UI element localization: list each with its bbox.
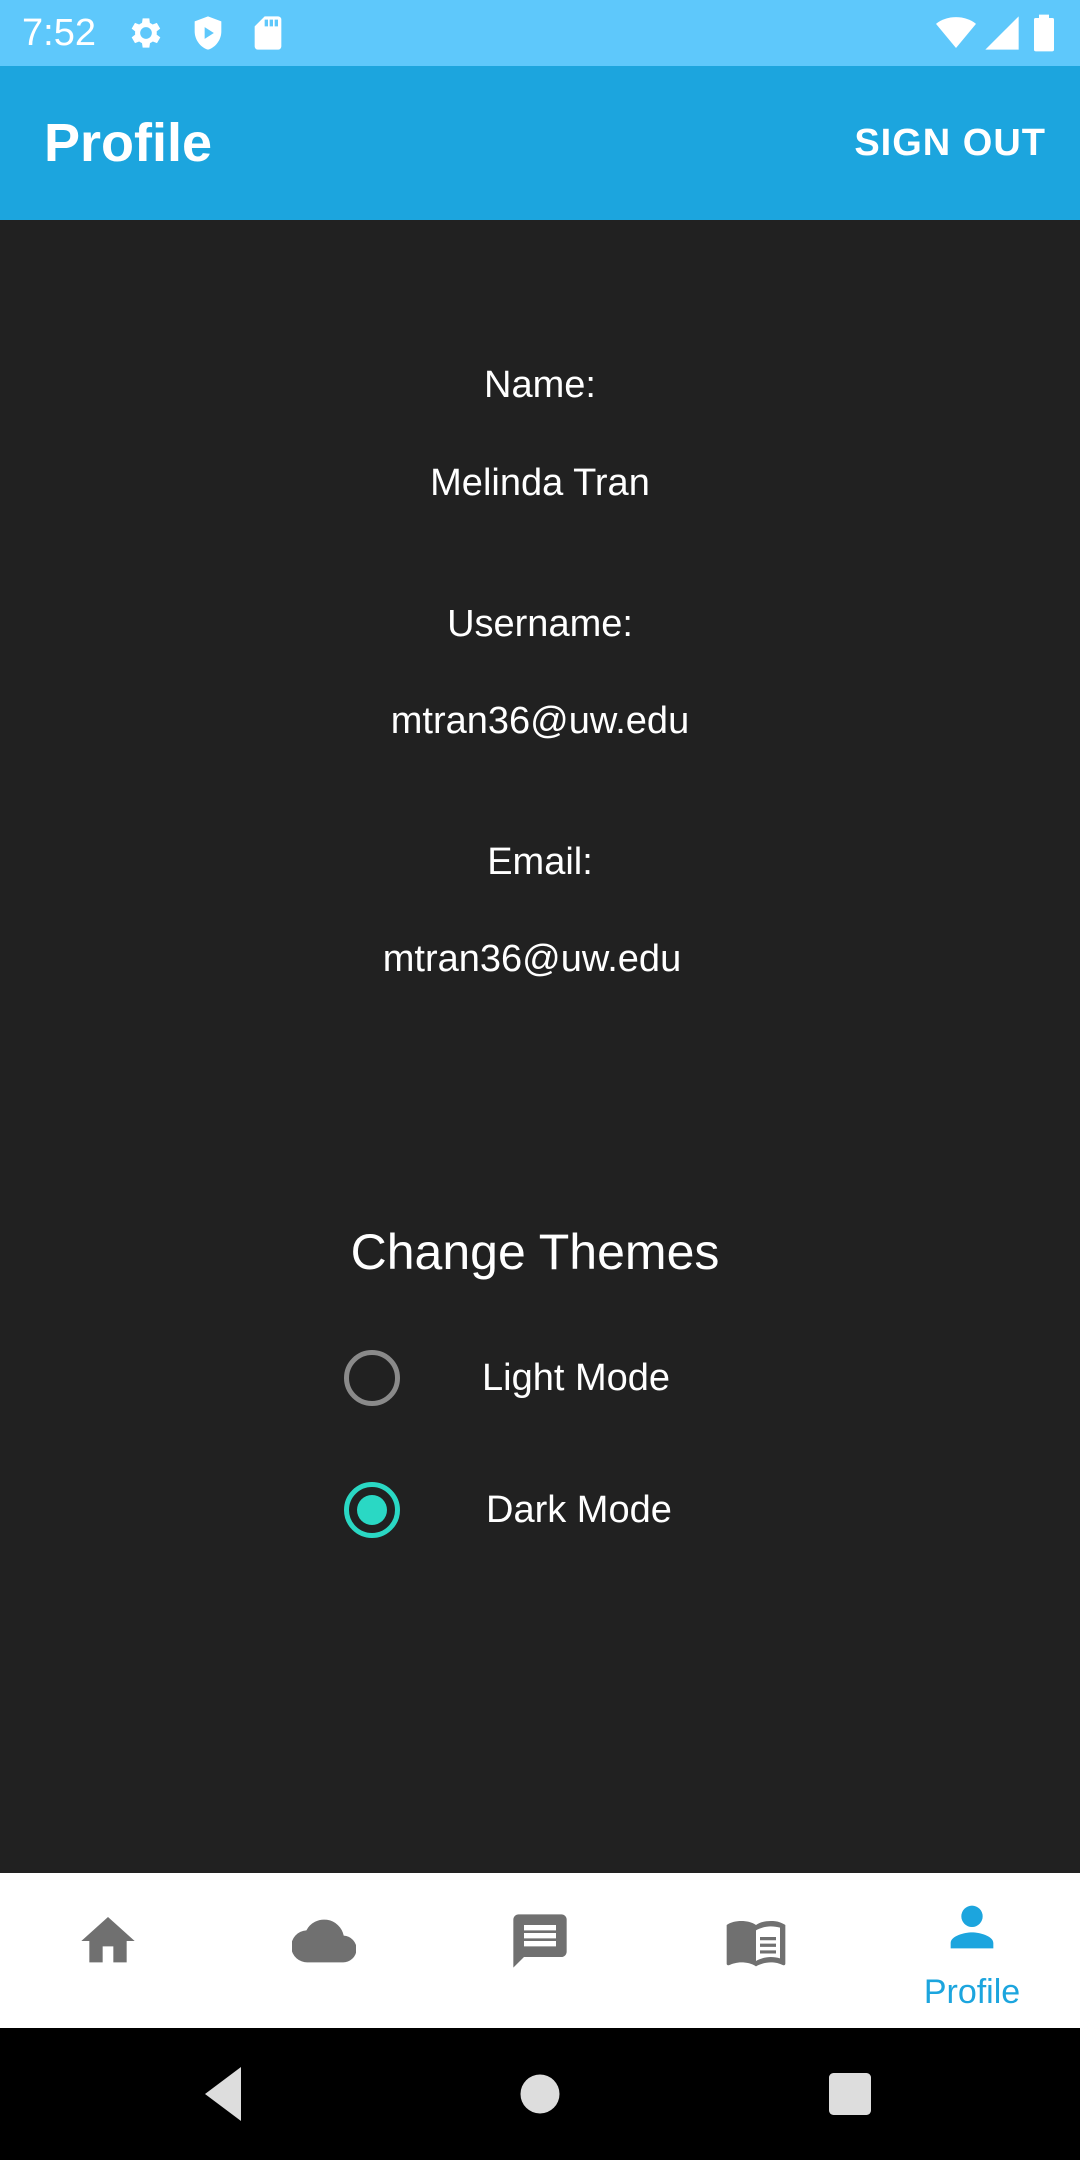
light-mode-radio[interactable] <box>344 1350 400 1406</box>
light-mode-label: Light Mode <box>482 1357 671 1399</box>
sd-card-icon <box>248 13 288 53</box>
wifi-icon <box>934 13 978 53</box>
nav-profile[interactable]: Profile <box>864 1873 1080 2028</box>
signal-icon <box>982 13 1022 53</box>
cloud-icon <box>292 1919 356 1963</box>
nav-book[interactable] <box>648 1873 864 2028</box>
home-icon <box>81 1917 135 1963</box>
email-value: mtran36@uw.edu <box>382 938 682 980</box>
person-icon <box>950 1905 994 1949</box>
nav-profile-label: Profile <box>923 1973 1021 2011</box>
shield-icon <box>188 13 228 53</box>
book-icon <box>726 1921 786 1967</box>
nav-home[interactable] <box>0 1873 216 2028</box>
recents-icon[interactable] <box>814 2058 886 2130</box>
page-title: Profile <box>44 113 213 173</box>
themes-title: Change Themes <box>350 1224 720 1280</box>
username-label: Username: <box>447 603 633 645</box>
status-bar: 7:52 <box>0 0 1080 66</box>
nav-chat[interactable] <box>432 1873 648 2028</box>
nav-weather[interactable] <box>216 1873 432 2028</box>
sign-out-button[interactable]: SIGN OUT <box>854 120 1046 166</box>
system-nav-bar <box>0 2028 1080 2160</box>
home-circle-icon[interactable] <box>504 2058 576 2130</box>
name-value: Melinda Tran <box>430 462 650 504</box>
status-time: 7:52 <box>22 12 96 54</box>
dark-mode-label: Dark Mode <box>486 1489 672 1531</box>
username-value: mtran36@uw.edu <box>390 700 690 742</box>
back-icon[interactable] <box>190 2058 262 2130</box>
radio-selected-dot <box>357 1495 387 1525</box>
gear-icon <box>126 13 166 53</box>
app-bar: Profile SIGN OUT <box>0 66 1080 220</box>
bottom-nav: Profile <box>0 1873 1080 2028</box>
light-mode-option[interactable]: Light Mode <box>330 1338 750 1418</box>
dark-mode-option[interactable]: Dark Mode <box>330 1470 750 1550</box>
chat-icon <box>513 1914 567 1968</box>
name-label: Name: <box>484 364 596 406</box>
battery-icon <box>1030 13 1058 53</box>
dark-mode-radio[interactable] <box>344 1482 400 1538</box>
profile-screen: 7:52 Profile SIGN OUT Name: Melinda Tran… <box>0 0 1080 2160</box>
email-label: Email: <box>487 841 593 883</box>
